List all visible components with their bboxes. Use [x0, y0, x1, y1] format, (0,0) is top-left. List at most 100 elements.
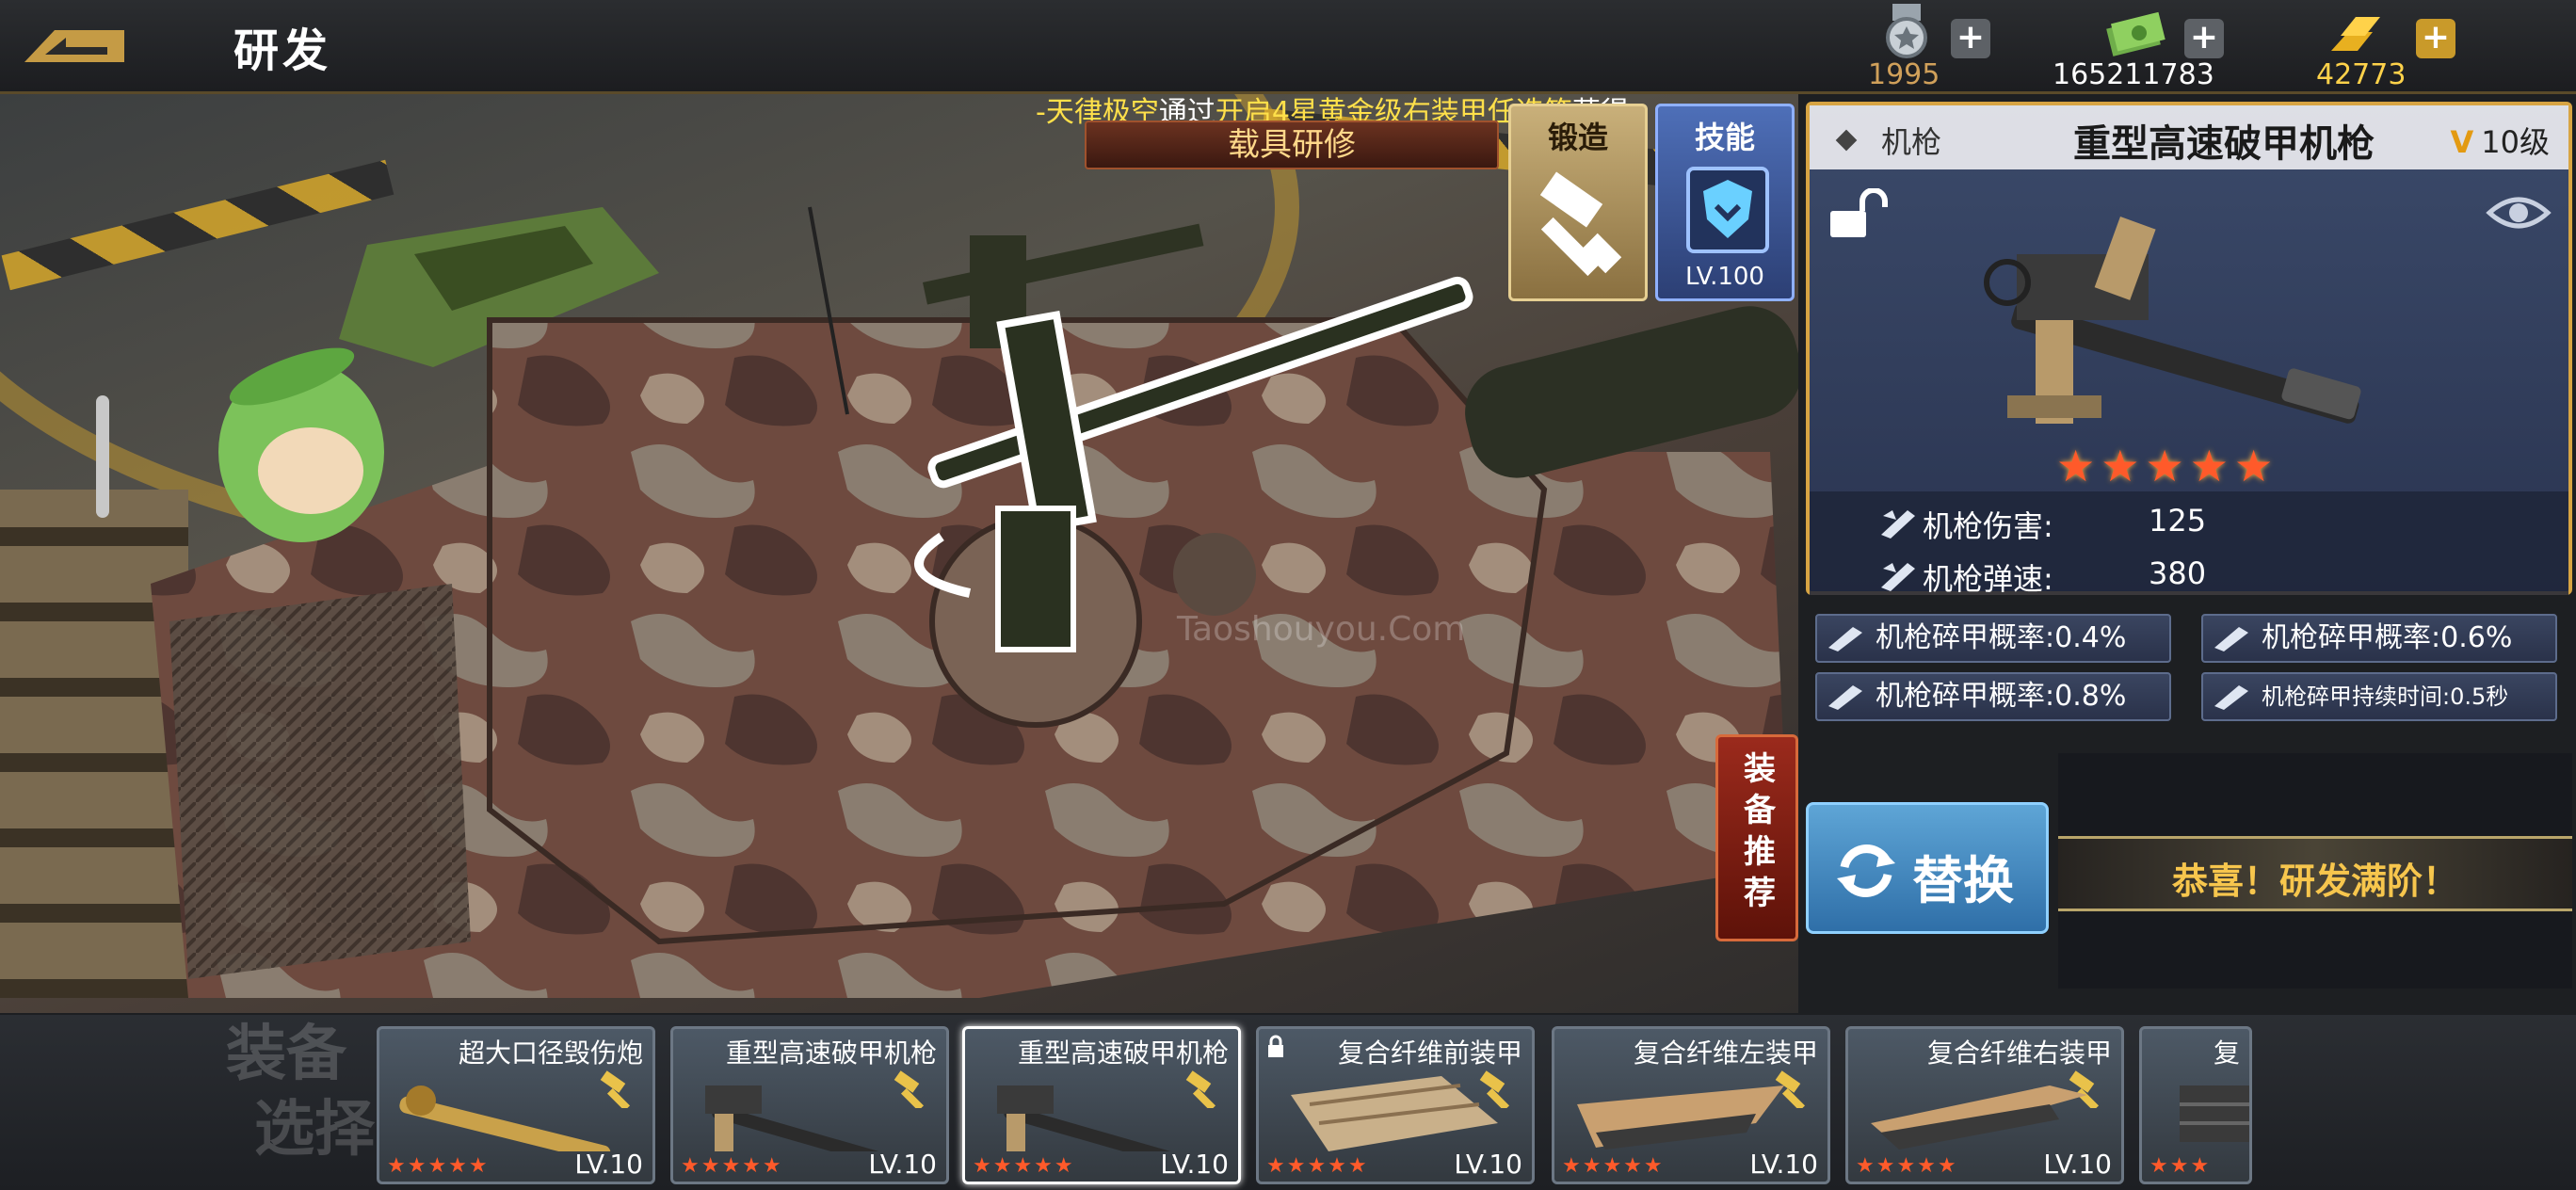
tab-forge[interactable]: 锻造	[1508, 104, 1648, 301]
replace-label: 替换	[1912, 851, 2014, 910]
equip-card-selected[interactable]: 重型高速破甲机枪 ★★★★★ LV.10	[962, 1026, 1241, 1184]
cannon-image	[399, 1085, 611, 1151]
right-armor-image	[1871, 1085, 2087, 1150]
machine-gun-image	[1984, 217, 2361, 424]
equipment-name: 重型高速破甲机枪	[2073, 122, 2375, 166]
stat-damage-value: 125	[2149, 503, 2207, 539]
sub-stat-4: 机枪碎甲持续时间:0.5秒	[2201, 672, 2557, 721]
bullet-icon	[2214, 685, 2248, 710]
currency-gold: + 42773	[2316, 4, 2457, 91]
equip-card[interactable]: 复合纤维前装甲 ★★★★★ LV.10	[1256, 1026, 1535, 1184]
stat-speed-value: 380	[2149, 555, 2207, 591]
equip-card-level: LV.10	[868, 1149, 937, 1180]
diamond-icon	[1835, 129, 1858, 152]
equip-card-partial[interactable]: 复 ★★★	[2139, 1026, 2252, 1184]
equip-card-level: LV.10	[574, 1149, 643, 1180]
cash-count: 165211783	[2053, 58, 2214, 91]
lock-icon	[1268, 1035, 1283, 1057]
bullet-icon	[1881, 510, 1915, 539]
front-armor-image	[1291, 1076, 1498, 1151]
machine-gun-image	[997, 1085, 1187, 1151]
tab-forge-label: 锻造	[1547, 120, 1608, 155]
left-armor-image	[1577, 1085, 1784, 1150]
equip-card-level: LV.10	[1749, 1149, 1818, 1180]
sub-stat-3-text: 机枪碎甲概率:0.8%	[1876, 680, 2127, 713]
tank-tracks	[0, 490, 188, 998]
add-medal-button[interactable]: +	[1951, 19, 1990, 58]
bullet-icon	[2214, 627, 2248, 651]
banner-strip: 恭喜！研发满阶！	[2058, 836, 2572, 911]
equip-card-name: 复合纤维前装甲	[1337, 1037, 1522, 1069]
engine-grille	[169, 584, 471, 979]
medal-icon	[1886, 4, 1927, 58]
camera-slider-handle[interactable]	[96, 395, 109, 518]
equip-card-name: 超大口径毁伤炮	[458, 1037, 643, 1069]
watermark-text: Taoshouyou.Com	[1176, 610, 1465, 649]
equip-card-name: 重型高速破甲机枪	[725, 1037, 937, 1069]
tab-vehicle-repair[interactable]: 载具研修	[1085, 121, 1499, 169]
equip-card-level: LV.10	[2043, 1149, 2112, 1180]
equip-card-stars: ★★★★★	[681, 1154, 783, 1178]
bullet-icon	[1828, 627, 1862, 651]
back-arrow-icon[interactable]	[17, 17, 132, 72]
equip-select-label: 装备 选择	[198, 1017, 375, 1167]
sub-stat-3: 机枪碎甲概率:0.8%	[1815, 672, 2171, 721]
hammer-icon	[1539, 171, 1622, 277]
research-max-message: 恭喜！研发满阶！	[2171, 860, 2458, 902]
sub-stat-1-text: 机枪碎甲概率:0.4%	[1876, 621, 2127, 654]
equip-card-stars: ★★★★★	[387, 1154, 490, 1178]
add-cash-button[interactable]: +	[2184, 19, 2224, 58]
equip-card[interactable]: 复合纤维左装甲 ★★★★★ LV.10	[1552, 1026, 1830, 1184]
armor-image	[2180, 1085, 2249, 1142]
level-value: 10级	[2481, 124, 2550, 160]
top-bar: 研发 + 1995 + 165211783 + 42773	[0, 0, 2576, 94]
skill-shield-icon	[1686, 167, 1769, 253]
equip-card-level: LV.10	[1160, 1149, 1229, 1180]
bullet-icon	[1828, 685, 1862, 710]
replace-button[interactable]: 替换	[1806, 802, 2049, 934]
add-gold-button[interactable]: +	[2416, 19, 2455, 58]
detail-header: 机枪 重型高速破甲机枪 V 10级	[1810, 105, 2568, 169]
equip-card-stars: ★★★★★	[973, 1154, 1075, 1178]
mascot-character[interactable]	[218, 336, 384, 542]
equip-card-stars: ★★★★★	[1562, 1154, 1665, 1178]
sub-stat-2: 机枪碎甲概率:0.6%	[2201, 614, 2557, 663]
page-title: 研发	[233, 24, 332, 77]
level-badge: V	[2450, 124, 2474, 160]
sub-stat-4-text: 机枪碎甲持续时间:0.5秒	[2262, 683, 2509, 710]
equip-select-label-1: 装备	[226, 1020, 346, 1089]
equip-select-label-2: 选择	[254, 1095, 375, 1165]
stat-damage: 机枪伤害: 125	[1881, 503, 2206, 548]
machine-gun-image	[705, 1085, 895, 1151]
bullet-icon	[1881, 563, 1915, 591]
equip-card-stars: ★★★	[2149, 1154, 2212, 1178]
cash-icon	[2106, 11, 2165, 56]
equip-card-name: 复合纤维左装甲	[1633, 1037, 1818, 1069]
equipment-stars: ★★★★★	[2056, 441, 2279, 491]
currency-cash: + 165211783	[2053, 4, 2286, 91]
equip-card-name: 重型高速破甲机枪	[1017, 1037, 1229, 1069]
equip-recommend-label: 装备推荐	[1744, 750, 1776, 912]
equipment-type: 机枪	[1881, 124, 1942, 160]
tab-skill-label: 技能	[1694, 120, 1755, 155]
gold-bars-icon	[2331, 17, 2380, 51]
swap-icon	[1837, 844, 1895, 897]
equip-card-name: 复	[2213, 1037, 2240, 1069]
gold-count: 42773	[2316, 58, 2407, 91]
equipment-level: V 10级	[2451, 119, 2551, 162]
equipment-detail-panel: 机枪 重型高速破甲机枪 V 10级 ★★★★★ 机枪伤害: 125 机枪弹速: 3…	[1806, 102, 2572, 597]
unlock-icon[interactable]	[1827, 188, 1898, 241]
equip-card[interactable]: 复合纤维右装甲 ★★★★★ LV.10	[1845, 1026, 2124, 1184]
equip-recommend-button[interactable]: 装备推荐	[1715, 734, 1798, 941]
stat-bullet-speed: 机枪弹速: 380	[1881, 555, 2206, 601]
equip-card[interactable]: 重型高速破甲机枪 ★★★★★ LV.10	[670, 1026, 949, 1184]
eye-icon[interactable]	[2486, 192, 2552, 233]
tab-skill[interactable]: 技能 LV.100	[1655, 104, 1795, 301]
equip-card[interactable]: 超大口径毁伤炮 ★★★★★ LV.10	[377, 1026, 655, 1184]
stat-speed-label: 机枪弹速:	[1923, 561, 2053, 597]
sub-stat-1: 机枪碎甲概率:0.4%	[1815, 614, 2171, 663]
periscope	[1173, 533, 1256, 616]
equip-card-stars: ★★★★★	[1266, 1154, 1369, 1178]
equip-card-stars: ★★★★★	[1856, 1154, 1958, 1178]
currency-medal: + 1995	[1868, 4, 2005, 91]
